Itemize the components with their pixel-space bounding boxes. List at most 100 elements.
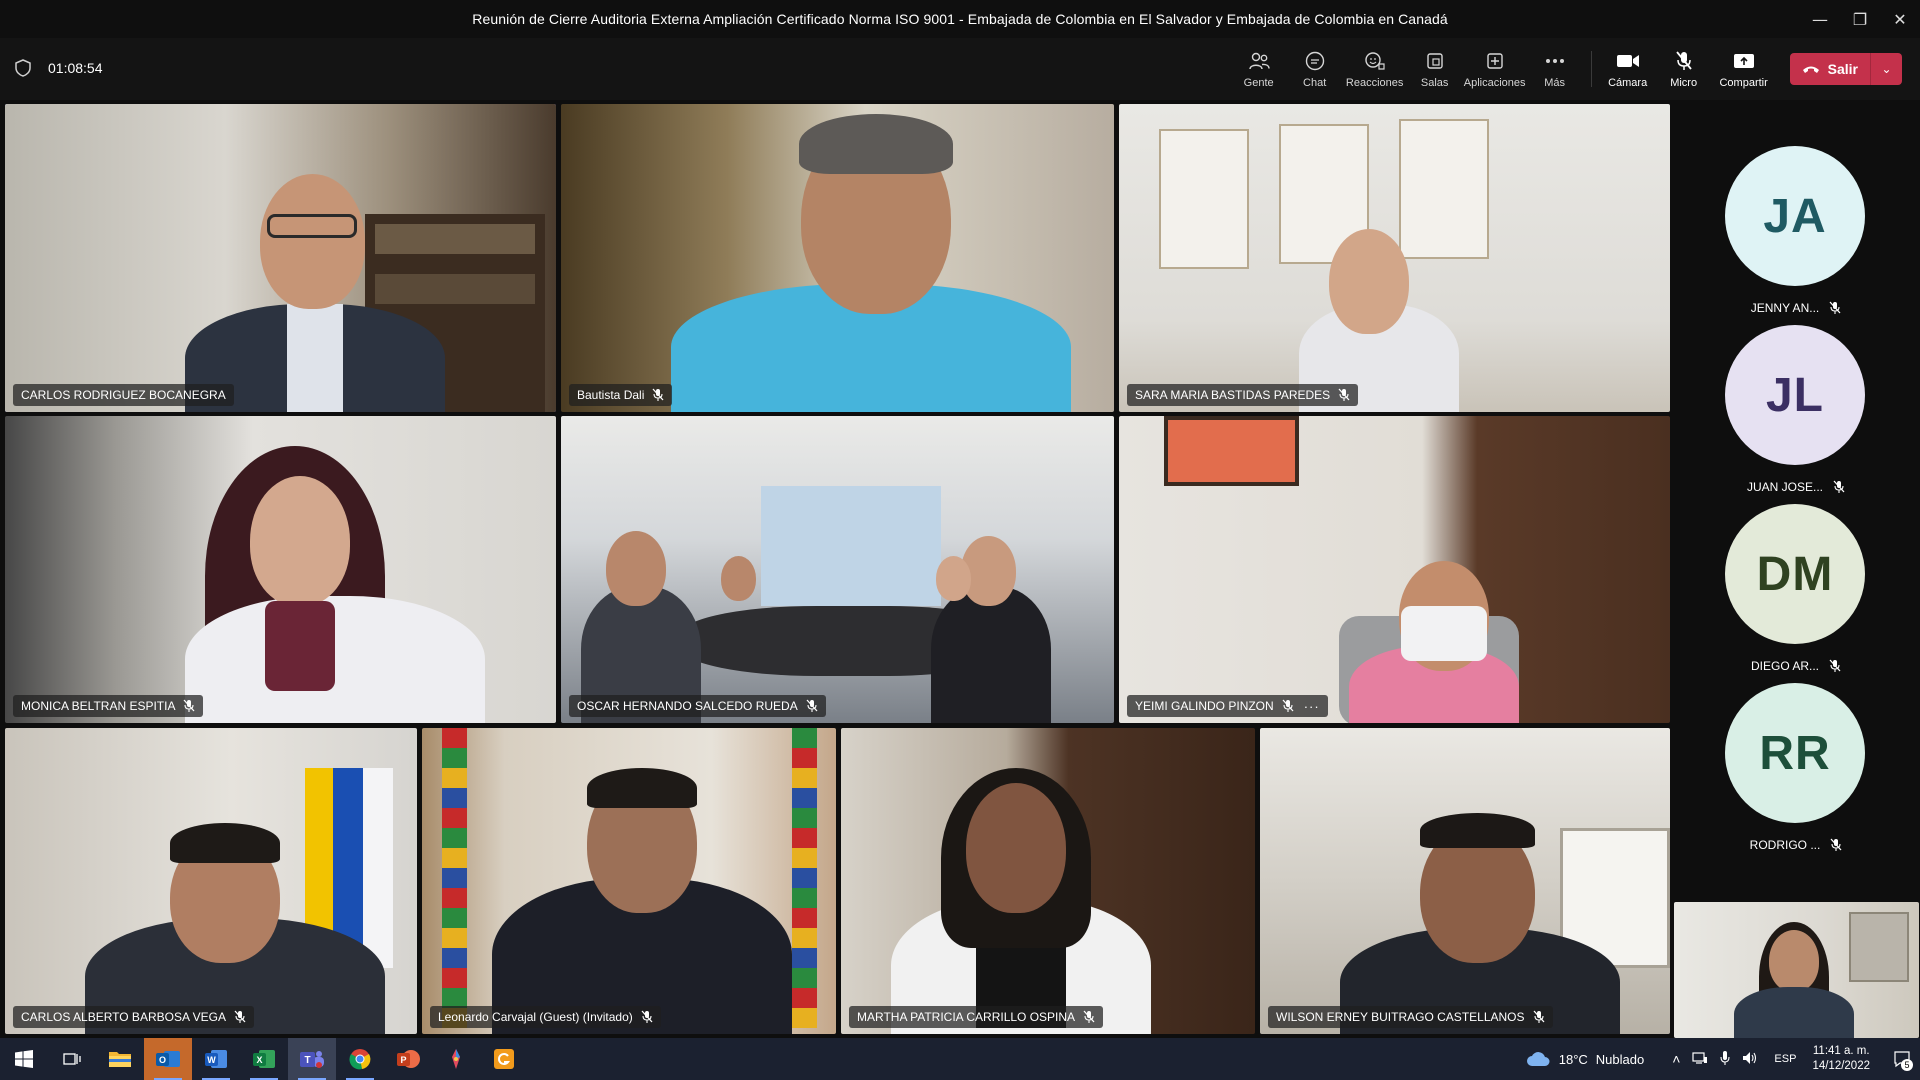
avatar-initials: DM	[1756, 547, 1834, 601]
mic-muted-icon	[1829, 659, 1841, 673]
video-tile[interactable]: Leonardo Carvajal (Guest) (Invitado)	[422, 728, 836, 1034]
participant-name: MARTHA PATRICIA CARRILLO OSPINA	[857, 1010, 1076, 1024]
close-icon[interactable]: ✕	[1880, 0, 1920, 38]
toolbar-divider	[1590, 51, 1592, 87]
avatar-name-text: JUAN JOSE...	[1746, 480, 1823, 494]
weather-widget[interactable]: 18°C Nublado	[1525, 1051, 1644, 1067]
apps-icon	[1483, 49, 1507, 73]
avatar: RR	[1725, 683, 1865, 823]
leave-button[interactable]: Salir	[1789, 53, 1870, 85]
avatar-name-text: RODRIGO ...	[1749, 838, 1821, 852]
video-tile[interactable]: CARLOS ALBERTO BARBOSA VEGA	[5, 728, 417, 1034]
mic-muted-icon	[1830, 838, 1842, 852]
avatar-initials: RR	[1759, 726, 1831, 780]
rooms-label: Salas	[1420, 77, 1449, 89]
avatar-card[interactable]: JA JENNY AN...	[1672, 146, 1920, 322]
participant-name: Bautista Dali	[577, 388, 645, 402]
rooms-icon	[1423, 49, 1447, 73]
hangup-icon	[1802, 66, 1819, 73]
reactions-label: Reacciones	[1345, 77, 1404, 89]
video-tile[interactable]: MARTHA PATRICIA CARRILLO OSPINA	[841, 728, 1255, 1034]
participant-label: YEIMI GALINDO PINZON ···	[1127, 695, 1328, 717]
chrome-icon[interactable]	[336, 1038, 384, 1080]
minimize-icon[interactable]: —	[1800, 0, 1840, 38]
apps-button[interactable]: Aplicaciones	[1463, 41, 1527, 97]
chevron-up-icon[interactable]: ˄	[1672, 1051, 1680, 1067]
participant-label: Leonardo Carvajal (Guest) (Invitado)	[430, 1006, 661, 1028]
task-view-icon[interactable]	[48, 1038, 96, 1080]
video-tile[interactable]: Bautista Dali	[561, 104, 1114, 412]
avatar-name: JUAN JOSE...	[1672, 480, 1920, 494]
notification-count: 5	[1901, 1059, 1913, 1071]
teams-icon[interactable]: T	[288, 1038, 336, 1080]
reactions-button[interactable]: Reacciones	[1343, 41, 1407, 97]
svg-text:W: W	[207, 1055, 216, 1065]
video-stage: CARLOS RODRIGUEZ BOCANEGRA Bautista Dali…	[0, 100, 1672, 1038]
mic-muted-icon	[1338, 388, 1350, 402]
avatar: JL	[1725, 325, 1865, 465]
volume-icon[interactable]	[1742, 1051, 1758, 1068]
participant-name: CARLOS ALBERTO BARBOSA VEGA	[21, 1010, 226, 1024]
rooms-button[interactable]: Salas	[1407, 41, 1463, 97]
avatar-card[interactable]: RR RODRIGO ...	[1672, 683, 1920, 859]
camera-button[interactable]: Cámara	[1600, 41, 1656, 97]
video-tile[interactable]: MONICA BELTRAN ESPITIA	[5, 416, 556, 723]
people-icon	[1247, 49, 1271, 73]
leave-label: Salir	[1827, 61, 1858, 77]
self-view-video[interactable]	[1674, 902, 1919, 1038]
avatar-card[interactable]: JL JUAN JOSE...	[1672, 325, 1920, 501]
system-clock[interactable]: 11:41 a. m. 14/12/2022	[1812, 1044, 1870, 1074]
avatar-name: JENNY AN...	[1672, 301, 1920, 315]
reactions-icon	[1363, 49, 1387, 73]
video-tile[interactable]: YEIMI GALINDO PINZON ···	[1119, 416, 1670, 723]
notification-center-button[interactable]: 5	[1884, 1038, 1920, 1080]
more-button[interactable]: Más	[1527, 41, 1583, 97]
participant-rail: JA JENNY AN... JL JUAN JOSE... DM DIEGO …	[1672, 100, 1920, 1038]
restore-icon[interactable]: ❐	[1840, 0, 1880, 38]
windows-start-icon[interactable]	[0, 1038, 48, 1080]
participant-label: SARA MARIA BASTIDAS PAREDES	[1127, 384, 1359, 406]
participant-name: YEIMI GALINDO PINZON	[1135, 699, 1274, 713]
mic-muted-icon	[1672, 49, 1696, 73]
paint-icon[interactable]	[432, 1038, 480, 1080]
file-explorer-icon[interactable]	[96, 1038, 144, 1080]
network-icon[interactable]	[1692, 1051, 1708, 1068]
microphone-icon[interactable]	[1720, 1050, 1730, 1069]
chat-button[interactable]: Chat	[1287, 41, 1343, 97]
word-icon[interactable]: W	[192, 1038, 240, 1080]
mic-label: Micro	[1670, 77, 1698, 89]
mic-muted-icon	[1083, 1010, 1095, 1024]
share-icon	[1732, 49, 1756, 73]
avatar-card[interactable]: DM DIEGO AR...	[1672, 504, 1920, 680]
window-controls: — ❐ ✕	[1800, 0, 1920, 38]
mic-button[interactable]: Micro	[1656, 41, 1712, 97]
avatar-name-text: DIEGO AR...	[1750, 659, 1819, 673]
outlook-icon[interactable]: O	[144, 1038, 192, 1080]
avatar-initials: JL	[1765, 368, 1824, 422]
people-button[interactable]: Gente	[1231, 41, 1287, 97]
video-tile[interactable]: WILSON ERNEY BUITRAGO CASTELLANOS	[1260, 728, 1670, 1034]
camera-label: Cámara	[1608, 77, 1648, 89]
video-tile[interactable]: OSCAR HERNANDO SALCEDO RUEDA	[561, 416, 1114, 723]
mic-muted-icon	[234, 1010, 246, 1024]
excel-icon[interactable]: X	[240, 1038, 288, 1080]
participant-name: SARA MARIA BASTIDAS PAREDES	[1135, 388, 1331, 402]
powerpoint-icon[interactable]: P	[384, 1038, 432, 1080]
share-button[interactable]: Compartir	[1712, 41, 1776, 97]
leave-options-button[interactable]: ⌄	[1870, 53, 1902, 85]
language-indicator[interactable]: ESP	[1774, 1053, 1796, 1065]
participant-more-button[interactable]: ···	[1304, 699, 1320, 714]
avatar: DM	[1725, 504, 1865, 644]
mic-muted-icon	[806, 699, 818, 713]
video-tile[interactable]: SARA MARIA BASTIDAS PAREDES	[1119, 104, 1670, 412]
participant-label: OSCAR HERNANDO SALCEDO RUEDA	[569, 695, 826, 717]
more-label: Más	[1544, 77, 1566, 89]
participant-name: Leonardo Carvajal (Guest) (Invitado)	[438, 1010, 633, 1024]
share-label: Compartir	[1719, 77, 1768, 89]
video-tile[interactable]: CARLOS RODRIGUEZ BOCANEGRA	[5, 104, 556, 412]
participant-label: WILSON ERNEY BUITRAGO CASTELLANOS	[1268, 1006, 1553, 1028]
app-orange-icon[interactable]	[480, 1038, 528, 1080]
participant-label: MONICA BELTRAN ESPITIA	[13, 695, 204, 717]
cloud-icon	[1526, 1052, 1550, 1066]
participant-label: MARTHA PATRICIA CARRILLO OSPINA	[849, 1006, 1104, 1028]
